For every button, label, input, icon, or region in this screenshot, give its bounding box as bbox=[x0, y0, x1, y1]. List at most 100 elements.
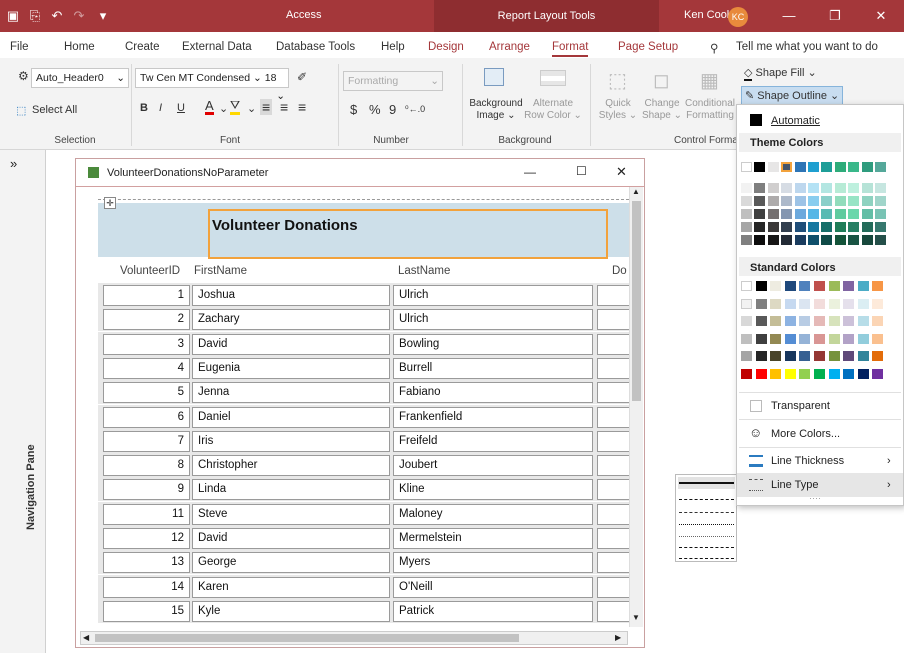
color-swatch[interactable] bbox=[848, 222, 860, 232]
color-swatch[interactable] bbox=[755, 281, 767, 291]
scroll-left-icon[interactable]: ◀ bbox=[83, 633, 89, 642]
lastname-cell[interactable]: Freifeld bbox=[393, 430, 593, 452]
background-image-button[interactable]: Background Image ⌄ bbox=[466, 98, 526, 122]
color-swatch[interactable] bbox=[857, 281, 869, 291]
donation-cell[interactable] bbox=[597, 576, 629, 598]
color-swatch[interactable] bbox=[799, 298, 811, 309]
scroll-right-icon[interactable]: ▶ bbox=[615, 633, 621, 642]
color-swatch[interactable] bbox=[828, 368, 840, 379]
format-painter-icon[interactable]: ✐ bbox=[297, 70, 307, 84]
transparent-option[interactable]: Transparent bbox=[771, 400, 830, 412]
color-swatch[interactable] bbox=[875, 183, 886, 193]
donation-cell[interactable] bbox=[597, 600, 629, 622]
volunteerid-cell[interactable]: 15 bbox=[103, 600, 190, 622]
color-swatch[interactable] bbox=[814, 316, 825, 326]
color-swatch[interactable] bbox=[857, 333, 869, 344]
color-swatch[interactable] bbox=[843, 316, 855, 326]
color-swatch[interactable] bbox=[799, 281, 811, 291]
comma-button[interactable]: 9 bbox=[389, 102, 396, 117]
color-swatch[interactable] bbox=[770, 316, 782, 326]
color-swatch[interactable] bbox=[857, 298, 869, 309]
color-swatch[interactable] bbox=[843, 368, 855, 379]
color-swatch[interactable] bbox=[754, 209, 766, 219]
chevron-down-icon[interactable]: ⌄ bbox=[247, 102, 256, 115]
italic-button[interactable]: I bbox=[159, 102, 162, 114]
lastname-cell[interactable]: O'Neill bbox=[393, 576, 593, 598]
color-swatch[interactable] bbox=[781, 235, 793, 245]
color-swatch[interactable] bbox=[834, 196, 846, 206]
color-swatch[interactable] bbox=[834, 183, 846, 193]
donation-cell[interactable] bbox=[597, 309, 629, 331]
color-swatch[interactable] bbox=[741, 281, 752, 291]
color-swatch[interactable] bbox=[754, 222, 766, 232]
lastname-cell[interactable]: Ulrich bbox=[393, 285, 593, 306]
donation-cell[interactable] bbox=[597, 285, 629, 306]
color-swatch[interactable] bbox=[754, 196, 766, 206]
fill-color-icon[interactable]: ⛛ bbox=[230, 99, 241, 115]
column-header-lastname[interactable]: LastName bbox=[398, 265, 450, 277]
color-swatch[interactable] bbox=[808, 235, 819, 245]
color-swatch[interactable] bbox=[848, 235, 860, 245]
color-swatch[interactable] bbox=[781, 162, 793, 172]
color-swatch[interactable] bbox=[741, 316, 752, 326]
color-swatch[interactable] bbox=[770, 281, 782, 291]
color-swatch[interactable] bbox=[755, 333, 767, 344]
lastname-cell[interactable]: Fabiano bbox=[393, 382, 593, 404]
color-swatch[interactable] bbox=[794, 209, 806, 219]
color-swatch[interactable] bbox=[872, 316, 884, 326]
column-header-firstname[interactable]: FirstName bbox=[194, 265, 247, 277]
color-swatch[interactable] bbox=[828, 298, 840, 309]
volunteerid-cell[interactable]: 9 bbox=[103, 479, 190, 501]
color-swatch[interactable] bbox=[741, 333, 752, 344]
color-swatch[interactable] bbox=[808, 222, 819, 232]
color-swatch[interactable] bbox=[843, 351, 855, 361]
color-swatch[interactable] bbox=[770, 298, 782, 309]
firstname-cell[interactable]: Linda bbox=[192, 479, 390, 501]
color-swatch[interactable] bbox=[755, 368, 767, 379]
color-swatch[interactable] bbox=[808, 196, 819, 206]
automatic-option[interactable]: Automatic bbox=[771, 115, 820, 127]
underline-button[interactable]: U bbox=[177, 102, 185, 114]
line-thickness-option[interactable]: Line Thickness › bbox=[737, 449, 903, 473]
color-swatch[interactable] bbox=[767, 162, 779, 172]
tab-design[interactable]: Design bbox=[428, 41, 464, 53]
color-swatch[interactable] bbox=[834, 222, 846, 232]
align-left-icon[interactable]: ≡ bbox=[260, 99, 273, 115]
color-swatch[interactable] bbox=[770, 351, 782, 361]
color-swatch[interactable] bbox=[843, 333, 855, 344]
color-swatch[interactable] bbox=[754, 183, 766, 193]
color-swatch[interactable] bbox=[834, 209, 846, 219]
close-icon[interactable]: ✕ bbox=[858, 0, 904, 32]
firstname-cell[interactable]: Steve bbox=[192, 503, 390, 525]
color-swatch[interactable] bbox=[821, 196, 833, 206]
color-swatch[interactable] bbox=[784, 351, 796, 361]
color-swatch[interactable] bbox=[843, 298, 855, 309]
color-swatch[interactable] bbox=[784, 298, 796, 309]
column-header-donation[interactable]: Do bbox=[612, 265, 627, 277]
color-swatch[interactable] bbox=[872, 298, 884, 309]
color-swatch[interactable] bbox=[875, 209, 886, 219]
close-icon[interactable]: ✕ bbox=[616, 164, 627, 180]
line-type-dashes[interactable] bbox=[679, 499, 734, 500]
volunteerid-cell[interactable]: 11 bbox=[103, 503, 190, 525]
color-swatch[interactable] bbox=[794, 196, 806, 206]
color-swatch[interactable] bbox=[767, 209, 779, 219]
color-swatch[interactable] bbox=[872, 351, 884, 361]
currency-button[interactable]: $ bbox=[350, 102, 357, 117]
firstname-cell[interactable]: Zachary bbox=[192, 309, 390, 331]
color-swatch[interactable] bbox=[872, 281, 884, 291]
color-swatch[interactable] bbox=[767, 183, 779, 193]
volunteerid-cell[interactable]: 5 bbox=[103, 382, 190, 404]
volunteerid-cell[interactable]: 8 bbox=[103, 455, 190, 477]
firstname-cell[interactable]: Eugenia bbox=[192, 357, 390, 379]
color-swatch[interactable] bbox=[784, 333, 796, 344]
color-swatch[interactable] bbox=[808, 209, 819, 219]
select-all-button[interactable]: Select All bbox=[32, 104, 77, 116]
volunteerid-cell[interactable]: 12 bbox=[103, 528, 190, 549]
color-swatch[interactable] bbox=[784, 368, 796, 379]
volunteerid-cell[interactable]: 4 bbox=[103, 357, 190, 379]
color-swatch[interactable] bbox=[741, 222, 752, 232]
object-select[interactable]: Auto_Header0 ⌄ bbox=[31, 68, 129, 88]
tell-me-box[interactable]: Tell me what you want to do bbox=[736, 41, 878, 53]
color-swatch[interactable] bbox=[821, 209, 833, 219]
